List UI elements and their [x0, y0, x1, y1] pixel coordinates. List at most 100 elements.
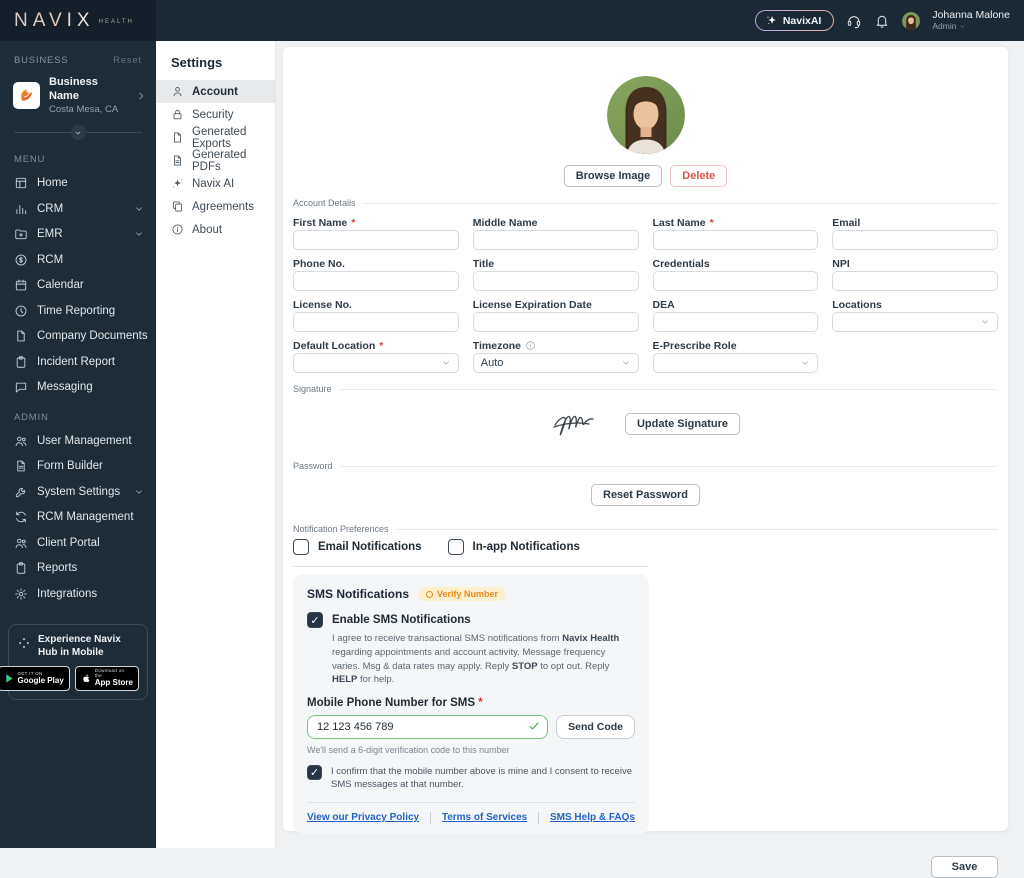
- email-notifications-checkbox[interactable]: [293, 539, 309, 555]
- settings-tab-about[interactable]: About: [156, 218, 275, 241]
- business-selector[interactable]: Business Name Costa Mesa, CA: [0, 74, 156, 117]
- menu-list: HomeCRMEMRRCMCalendarTime ReportingCompa…: [0, 170, 156, 400]
- link-terms-of-services[interactable]: Terms of Services: [442, 812, 527, 823]
- settings-tab-generated-exports[interactable]: Generated Exports: [156, 126, 275, 149]
- sidebar-item-calendar[interactable]: Calendar: [0, 272, 156, 298]
- field-input-phone-no[interactable]: [293, 271, 459, 291]
- user-role: Admin: [932, 22, 956, 31]
- brand-logo[interactable]: NAVIX HEALTH: [0, 0, 156, 41]
- google-play-badge[interactable]: GET IT ON Google Play: [0, 666, 70, 691]
- save-button[interactable]: Save: [931, 856, 998, 878]
- user-menu[interactable]: Johanna Malone Admin: [932, 10, 1010, 31]
- sidebar-item-emr[interactable]: EMR: [0, 221, 156, 247]
- field-license-expiration-date: License Expiration Date: [473, 297, 639, 332]
- in-app-notifications-checkbox[interactable]: [448, 539, 464, 555]
- support-headset-icon[interactable]: [846, 13, 862, 29]
- field-select-e-prescribe-role[interactable]: [653, 353, 819, 373]
- delete-image-button[interactable]: Delete: [670, 165, 727, 187]
- field-timezone: TimezoneAuto: [473, 338, 639, 373]
- sidebar-item-form-builder[interactable]: Form Builder: [0, 453, 156, 479]
- field-select-locations[interactable]: [832, 312, 998, 332]
- confirm-number-checkbox[interactable]: ✓: [307, 765, 322, 780]
- settings-tab-generated-pdfs[interactable]: Generated PDFs: [156, 149, 275, 172]
- sidebar-item-user-management[interactable]: User Management: [0, 428, 156, 454]
- field-label-npi: NPI: [832, 256, 998, 271]
- field-input-license-no[interactable]: [293, 312, 459, 332]
- field-input-title[interactable]: [473, 271, 639, 291]
- admin-section-label: ADMIN: [0, 400, 156, 428]
- field-input-middle-name[interactable]: [473, 230, 639, 250]
- field-label-credentials: Credentials: [653, 256, 819, 271]
- reset-password-button[interactable]: Reset Password: [591, 484, 700, 506]
- client-portal-icon: [14, 536, 28, 550]
- chevron-down-icon: [134, 204, 144, 214]
- sidebar-item-rcm-management[interactable]: RCM Management: [0, 504, 156, 530]
- chevron-down-icon: [980, 317, 990, 327]
- profile-photo[interactable]: [607, 76, 685, 154]
- sidebar-item-integrations[interactable]: Integrations: [0, 581, 156, 607]
- mobile-promo-title: Experience Navix Hub in Mobile: [38, 634, 139, 659]
- agreements-icon: [171, 200, 184, 213]
- sidebar-item-rcm[interactable]: RCM: [0, 247, 156, 273]
- field-input-first-name[interactable]: [293, 230, 459, 250]
- settings-tab-account[interactable]: Account: [156, 80, 275, 103]
- apple-icon: [81, 673, 92, 684]
- field-label-license-expiration-date: License Expiration Date: [473, 297, 639, 312]
- field-input-dea[interactable]: [653, 312, 819, 332]
- field-label-last-name: Last Name *: [653, 215, 819, 230]
- link-view-our-privacy-policy[interactable]: View our Privacy Policy: [307, 812, 419, 823]
- sidebar-item-messaging[interactable]: Messaging: [0, 374, 156, 400]
- sidebar-item-crm[interactable]: CRM: [0, 196, 156, 222]
- navixai-label: NavixAI: [783, 15, 822, 27]
- field-input-npi[interactable]: [832, 271, 998, 291]
- field-label-phone-no: Phone No.: [293, 256, 459, 271]
- sidebar-item-time-reporting[interactable]: Time Reporting: [0, 298, 156, 324]
- chevron-down-icon: [959, 23, 966, 30]
- sidebar-item-reports[interactable]: Reports: [0, 555, 156, 581]
- link-sms-help-faqs[interactable]: SMS Help & FAQs: [550, 812, 635, 823]
- field-input-credentials[interactable]: [653, 271, 819, 291]
- field-label-locations: Locations: [832, 297, 998, 312]
- enable-sms-checkbox[interactable]: ✓: [307, 612, 323, 628]
- signature-image: [551, 401, 609, 447]
- send-code-button[interactable]: Send Code: [556, 715, 635, 739]
- section-password: Password: [293, 461, 998, 471]
- browse-image-button[interactable]: Browse Image: [564, 165, 663, 187]
- settings-tab-navix-ai[interactable]: Navix AI: [156, 172, 275, 195]
- user-avatar[interactable]: [902, 12, 920, 30]
- menu-section-label: MENU: [0, 142, 156, 170]
- collapse-toggle-button[interactable]: [71, 125, 86, 140]
- settings-tab-agreements[interactable]: Agreements: [156, 195, 275, 218]
- sidebar-item-home[interactable]: Home: [0, 170, 156, 196]
- sidebar-item-system-settings[interactable]: System Settings: [0, 479, 156, 505]
- notification-checkboxes: Email NotificationsIn-app Notifications: [293, 539, 998, 555]
- notifications-bell-icon[interactable]: [874, 13, 890, 29]
- confirm-number-label: I confirm that the mobile number above i…: [331, 765, 635, 792]
- account-fields: First Name *Middle NameLast Name *EmailP…: [293, 215, 998, 373]
- sms-phone-input[interactable]: [307, 715, 548, 739]
- rcm-management-icon: [14, 510, 28, 524]
- incident-report-icon: [14, 355, 28, 369]
- field-input-email[interactable]: [832, 230, 998, 250]
- settings-title: Settings: [156, 41, 275, 80]
- field-label-title: Title: [473, 256, 639, 271]
- sidebar-item-client-portal[interactable]: Client Portal: [0, 530, 156, 556]
- messaging-icon: [14, 380, 28, 394]
- sidebar-item-incident-report[interactable]: Incident Report: [0, 349, 156, 375]
- sidebar-item-company-documents[interactable]: Company Documents: [0, 323, 156, 349]
- field-first-name: First Name *: [293, 215, 459, 250]
- update-signature-button[interactable]: Update Signature: [625, 413, 740, 435]
- settings-tab-security[interactable]: Security: [156, 103, 275, 126]
- field-input-last-name[interactable]: [653, 230, 819, 250]
- generated-exports-icon: [171, 131, 184, 144]
- field-select-default-location[interactable]: [293, 353, 459, 373]
- reports-icon: [14, 561, 28, 575]
- field-last-name: Last Name *: [653, 215, 819, 250]
- field-select-timezone[interactable]: Auto: [473, 353, 639, 373]
- sms-agreement-text: I agree to receive transactional SMS not…: [332, 632, 635, 687]
- app-store-badge[interactable]: Download on the App Store: [75, 666, 139, 691]
- business-reset-link[interactable]: Reset: [113, 55, 142, 66]
- field-input-license-expiration-date[interactable]: [473, 312, 639, 332]
- navixai-button[interactable]: NavixAI: [756, 11, 834, 30]
- sidebar-collapse: [0, 117, 156, 142]
